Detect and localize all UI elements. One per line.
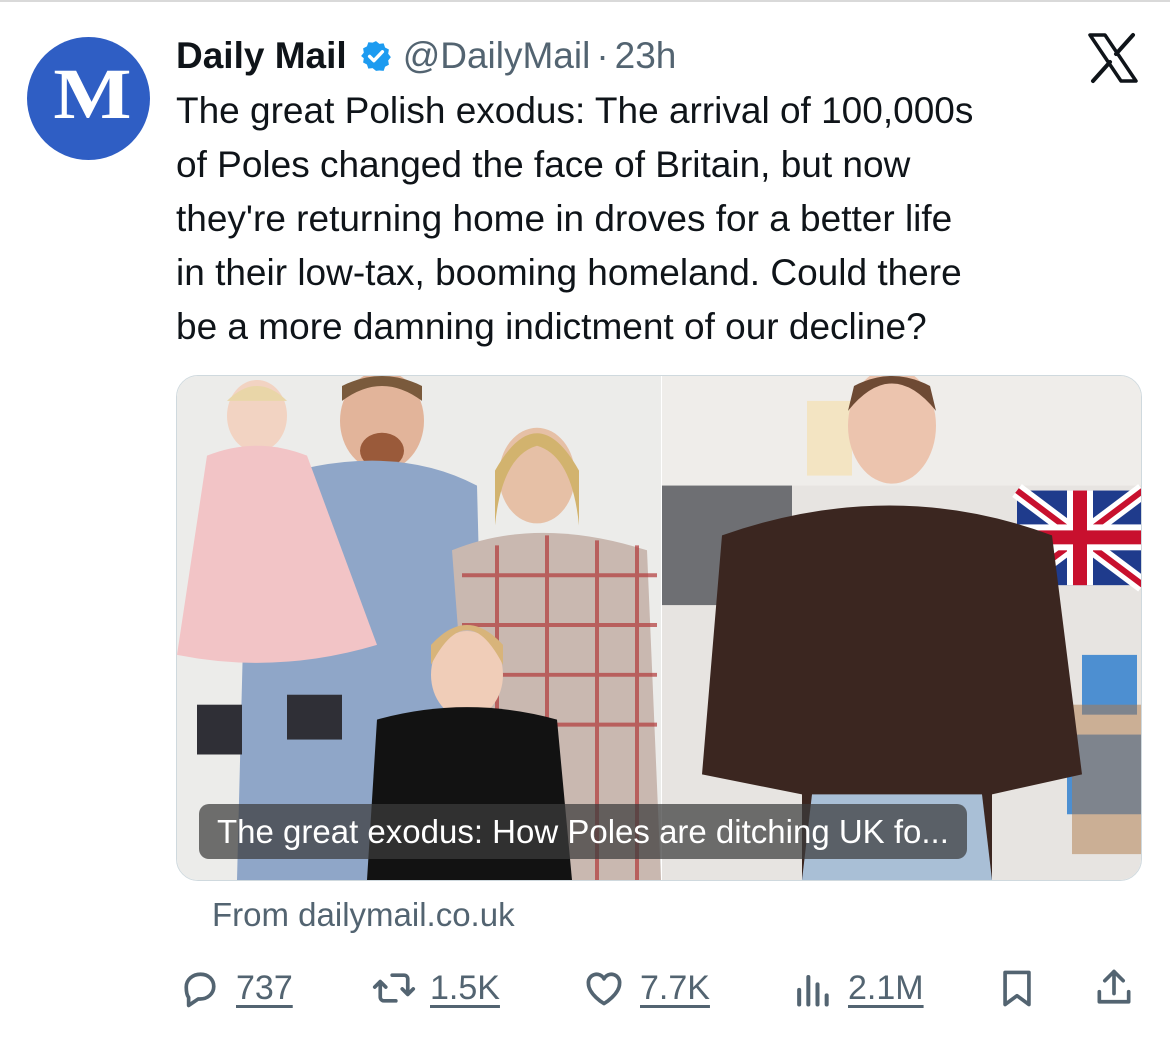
like-icon [586,972,622,1006]
reply-icon [184,972,216,1008]
avatar[interactable]: M [27,37,150,160]
repost-button[interactable]: 1.5K [372,958,500,1018]
repost-count: 1.5K [430,968,500,1007]
tweet-text: The great Polish exodus: The arrival of … [176,90,974,347]
views-button[interactable]: 2.1M [790,958,924,1018]
top-divider [0,0,1170,2]
reply-button[interactable]: 737 [178,958,293,1018]
share-button[interactable] [1092,958,1136,1018]
bookmark-button[interactable] [995,958,1039,1018]
account-name[interactable]: Daily Mail [176,35,347,77]
verified-badge-icon [360,41,391,71]
action-bar: 737 1.5K 7.7K 2.1M [0,958,1170,1018]
views-count: 2.1M [848,968,924,1007]
card-caption: The great exodus: How Poles are ditching… [199,804,967,859]
x-logo-icon [1088,33,1138,83]
separator-dot: · [596,35,609,76]
views-icon [797,974,829,1007]
repost-icon [372,973,416,1003]
card-source[interactable]: From dailymail.co.uk [212,896,515,934]
link-card[interactable]: The great exodus: How Poles are ditching… [176,375,1142,881]
bookmark-icon [1003,970,1031,1007]
like-count: 7.7K [640,968,710,1007]
account-handle[interactable]: @DailyMail [403,35,591,77]
like-button[interactable]: 7.7K [582,958,710,1018]
share-icon [1097,969,1131,1004]
avatar-letter: M [52,54,131,134]
reply-count: 737 [236,968,293,1007]
timestamp[interactable]: 23h [615,35,677,77]
tweet-header: Daily Mail @DailyMail · 23h [176,32,676,80]
